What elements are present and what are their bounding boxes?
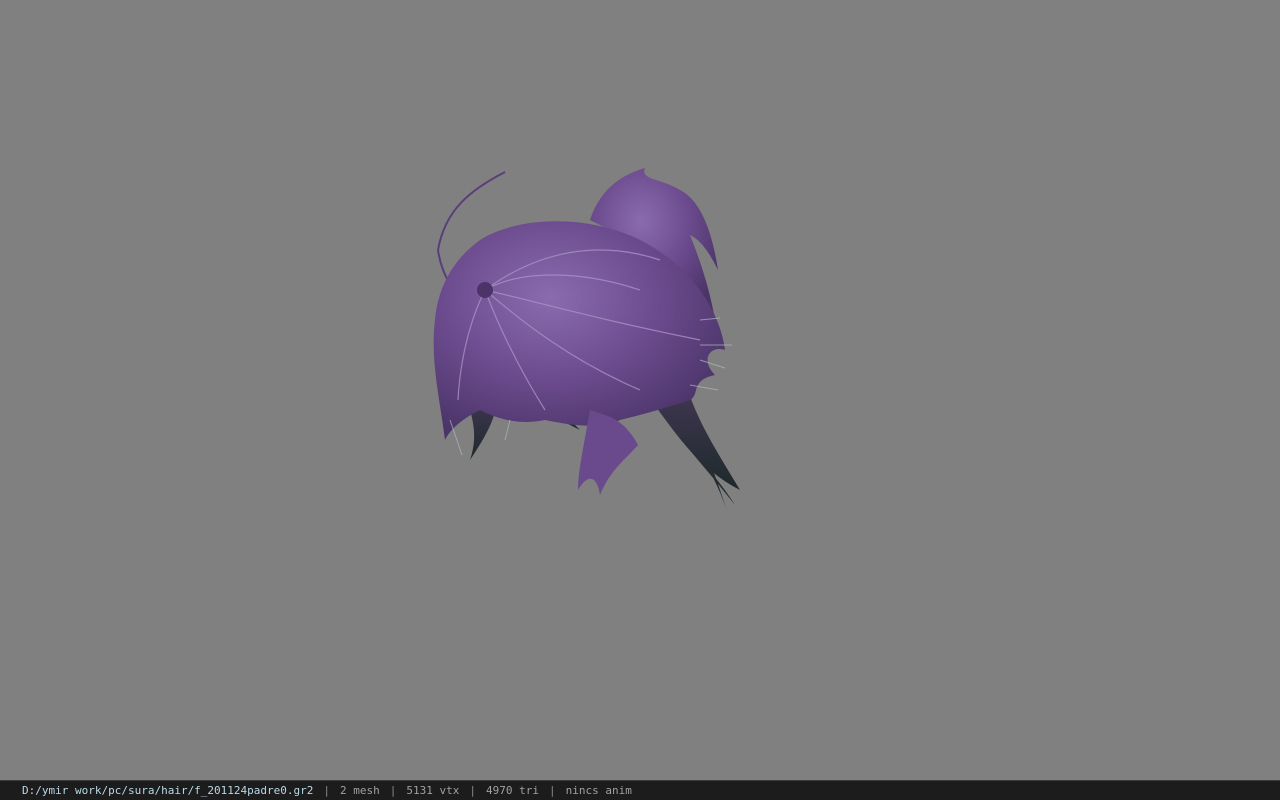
- separator: |: [469, 784, 477, 797]
- separator: |: [549, 784, 556, 797]
- animation-status-label: nincs anim: [565, 784, 632, 797]
- 3d-viewport[interactable]: [0, 0, 1280, 780]
- status-bar: D:/ymir work/pc/sura/hair/f_201124padre0…: [0, 780, 1280, 800]
- vertex-count-label: 5131 vtx: [406, 784, 460, 797]
- separator: |: [389, 784, 397, 797]
- mesh-count-label: 2 mesh: [340, 784, 380, 797]
- hair-model-render: [433, 168, 740, 515]
- separator: |: [323, 784, 331, 797]
- triangle-count-label: 4970 tri: [486, 784, 539, 797]
- file-path-label: D:/ymir work/pc/sura/hair/f_201124padre0…: [22, 784, 314, 797]
